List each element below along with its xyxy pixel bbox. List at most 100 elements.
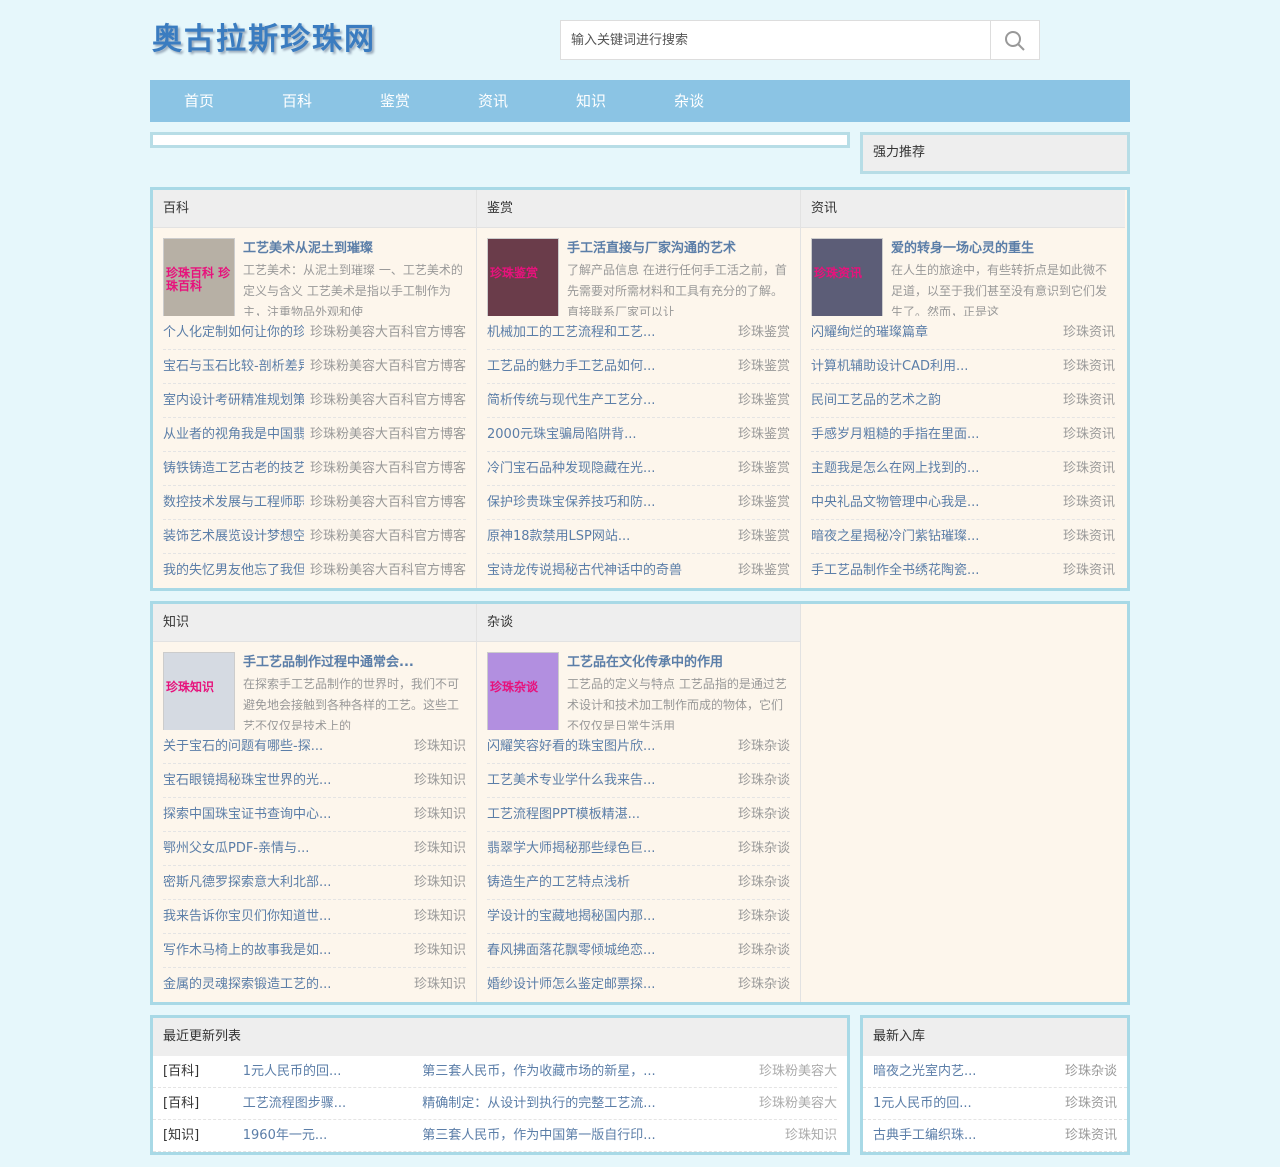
latest-desc[interactable]: 第三套人民币，作为收藏市场的新星，... xyxy=(422,1056,727,1087)
list-item-title[interactable]: 简析传统与现代生产工艺分... xyxy=(487,384,655,417)
list-item-category[interactable]: 珍珠杂谈 xyxy=(738,934,790,967)
list-item-title[interactable]: 工艺流程图PPT模板精湛... xyxy=(487,798,640,831)
list-item[interactable]: 关于宝石的问题有哪些-探... 珍珠知识 xyxy=(163,730,466,764)
list-item[interactable]: 民间工艺品的艺术之韵 珍珠资讯 xyxy=(811,384,1115,418)
list-item-category[interactable]: 珍珠知识 xyxy=(414,764,466,797)
list-item-category[interactable]: 珍珠鉴赏 xyxy=(738,384,790,417)
list-item-title[interactable]: 中央礼品文物管理中心我是... xyxy=(811,486,979,519)
list-item-title[interactable]: 我来告诉你宝贝们你知道世... xyxy=(163,900,331,933)
category-title[interactable]: 鉴赏 xyxy=(477,190,800,228)
featured-title[interactable]: 爱的转身一场心灵的重生 xyxy=(891,238,1115,260)
list-item-title[interactable]: 室内设计考研精准规划策略 xyxy=(163,384,304,417)
list-item-category[interactable]: 珍珠资讯 xyxy=(1063,384,1115,417)
article-thumbnail[interactable]: 珍珠杂谈 xyxy=(487,652,559,730)
list-item[interactable]: 计算机辅助设计CAD利用... 珍珠资讯 xyxy=(811,350,1115,384)
latest-category[interactable]: [知识] xyxy=(163,1120,243,1151)
list-item-title[interactable]: 数控技术发展与工程师职业 xyxy=(163,486,304,519)
list-item-title[interactable]: 原神18款禁用LSP网站... xyxy=(487,520,630,553)
list-item-category[interactable]: 珍珠粉美容大百科官方博客 xyxy=(310,418,466,451)
list-item-category[interactable]: 珍珠资讯 xyxy=(1063,350,1115,383)
list-item-title[interactable]: 探索中国珠宝证书查询中心... xyxy=(163,798,331,831)
nav-item-jianshang[interactable]: 鉴赏 xyxy=(346,80,444,122)
latest-desc[interactable]: 第三套人民币，作为中国第一版自行印... xyxy=(422,1120,727,1151)
list-item-category[interactable]: 珍珠资讯 xyxy=(1063,520,1115,553)
list-item[interactable]: 宝诗龙传说揭秘古代神话中的奇兽 珍珠鉴赏 xyxy=(487,554,790,588)
list-item[interactable]: 数控技术发展与工程师职业 珍珠粉美容大百科官方博客 xyxy=(163,486,466,520)
latest-title[interactable]: 1960年一元... xyxy=(243,1120,422,1151)
list-item[interactable]: 宝石眼镜揭秘珠宝世界的光... 珍珠知识 xyxy=(163,764,466,798)
list-item[interactable]: 简析传统与现代生产工艺分... 珍珠鉴赏 xyxy=(487,384,790,418)
list-item-title[interactable]: 保护珍贵珠宝保养技巧和防... xyxy=(487,486,655,519)
list-item[interactable]: 鄂州父女瓜PDF-亲情与... 珍珠知识 xyxy=(163,832,466,866)
featured-title[interactable]: 工艺品在文化传承中的作用 xyxy=(567,652,790,674)
list-item-category[interactable]: 珍珠杂谈 xyxy=(738,900,790,933)
search-button[interactable] xyxy=(990,21,1039,59)
list-item-title[interactable]: 翡翠学大师揭秘那些绿色巨... xyxy=(487,832,655,865)
list-item[interactable]: 机械加工的工艺流程和工艺... 珍珠鉴赏 xyxy=(487,316,790,350)
list-item[interactable]: 从业者的视角我是中国翡翠 珍珠粉美容大百科官方博客 xyxy=(163,418,466,452)
latest-row[interactable]: [百科] 1元人民币的回... 第三套人民币，作为收藏市场的新星，... 珍珠粉美容大 xyxy=(153,1056,837,1088)
list-item-category[interactable]: 珍珠杂谈 xyxy=(738,832,790,865)
article-thumbnail[interactable]: 珍珠知识 xyxy=(163,652,235,730)
list-item-title[interactable]: 机械加工的工艺流程和工艺... xyxy=(487,316,655,349)
list-item-category[interactable]: 珍珠鉴赏 xyxy=(738,418,790,451)
list-item-title[interactable]: 工艺美术专业学什么我来告... xyxy=(487,764,655,797)
list-item[interactable]: 手工艺品制作全书绣花陶瓷... 珍珠资讯 xyxy=(811,554,1115,588)
list-item-title[interactable]: 民间工艺品的艺术之韵 xyxy=(811,384,941,417)
list-item-category[interactable]: 珍珠知识 xyxy=(414,798,466,831)
article-thumbnail[interactable]: 珍珠百科 珍珠百科 xyxy=(163,238,235,316)
newest-source[interactable]: 珍珠资讯 xyxy=(1065,1088,1117,1119)
nav-item-zhishi[interactable]: 知识 xyxy=(542,80,640,122)
nav-item-baike[interactable]: 百科 xyxy=(248,80,346,122)
newest-row[interactable]: 古典手工编织珠... 珍珠资讯 xyxy=(863,1120,1127,1152)
list-item[interactable]: 闪耀笑容好看的珠宝图片欣... 珍珠杂谈 xyxy=(487,730,790,764)
featured-article[interactable]: 珍珠鉴赏 手工活直接与厂家沟通的艺术 了解产品信息 在进行任何手工活之前，首先需要对… xyxy=(477,228,800,316)
newest-title[interactable]: 古典手工编织珠... xyxy=(873,1120,976,1151)
list-item[interactable]: 探索中国珠宝证书查询中心... 珍珠知识 xyxy=(163,798,466,832)
list-item-title[interactable]: 婚纱设计师怎么鉴定邮票探... xyxy=(487,968,655,1002)
list-item[interactable]: 翡翠学大师揭秘那些绿色巨... 珍珠杂谈 xyxy=(487,832,790,866)
list-item[interactable]: 工艺流程图PPT模板精湛... 珍珠杂谈 xyxy=(487,798,790,832)
category-title[interactable]: 知识 xyxy=(153,604,476,642)
latest-title[interactable]: 1元人民币的回... xyxy=(243,1056,422,1087)
list-item-category[interactable]: 珍珠粉美容大百科官方博客 xyxy=(310,520,466,553)
list-item-category[interactable]: 珍珠粉美容大百科官方博客 xyxy=(310,554,466,588)
list-item[interactable]: 金属的灵魂探索锻造工艺的... 珍珠知识 xyxy=(163,968,466,1002)
list-item-category[interactable]: 珍珠知识 xyxy=(414,934,466,967)
list-item-category[interactable]: 珍珠鉴赏 xyxy=(738,350,790,383)
newest-row[interactable]: 1元人民币的回... 珍珠资讯 xyxy=(863,1088,1127,1120)
list-item-title[interactable]: 2000元珠宝骗局陷阱背... xyxy=(487,418,636,451)
list-item-title[interactable]: 闪耀绚烂的璀璨篇章 xyxy=(811,316,928,349)
list-item-category[interactable]: 珍珠粉美容大百科官方博客 xyxy=(310,316,466,349)
list-item-category[interactable]: 珍珠粉美容大百科官方博客 xyxy=(310,452,466,485)
list-item[interactable]: 铸铁铸造工艺古老的技艺 珍珠粉美容大百科官方博客 xyxy=(163,452,466,486)
list-item-category[interactable]: 珍珠杂谈 xyxy=(738,866,790,899)
search-input[interactable] xyxy=(561,21,990,59)
list-item-title[interactable]: 我的失忆男友他忘了我但我记得他 xyxy=(163,554,304,588)
list-item-category[interactable]: 珍珠杂谈 xyxy=(738,968,790,1002)
category-title[interactable]: 百科 xyxy=(153,190,476,228)
list-item-title[interactable]: 宝诗龙传说揭秘古代神话中的奇兽 xyxy=(487,554,682,588)
list-item-category[interactable]: 珍珠粉美容大百科官方博客 xyxy=(310,384,466,417)
list-item-title[interactable]: 装饰艺术展览设计梦想空间 xyxy=(163,520,304,553)
latest-row[interactable]: [知识] 1960年一元... 第三套人民币，作为中国第一版自行印... 珍珠知识 xyxy=(153,1120,837,1152)
list-item-title[interactable]: 铸造生产的工艺特点浅析 xyxy=(487,866,630,899)
list-item-category[interactable]: 珍珠知识 xyxy=(414,730,466,763)
featured-article[interactable]: 珍珠资讯 爱的转身一场心灵的重生 在人生的旅途中，有些转折点是如此微不足道，以至于我… xyxy=(801,228,1125,316)
list-item-category[interactable]: 珍珠资讯 xyxy=(1063,452,1115,485)
list-item-category[interactable]: 珍珠鉴赏 xyxy=(738,554,790,588)
list-item-category[interactable]: 珍珠鉴赏 xyxy=(738,316,790,349)
article-thumbnail[interactable]: 珍珠资讯 xyxy=(811,238,883,316)
list-item-category[interactable]: 珍珠杂谈 xyxy=(738,798,790,831)
featured-article[interactable]: 珍珠百科 珍珠百科 工艺美术从泥土到璀璨 工艺美术：从泥土到璀璨 一、工艺美术的定义… xyxy=(153,228,476,316)
list-item[interactable]: 暗夜之星揭秘冷门紫钻璀璨... 珍珠资讯 xyxy=(811,520,1115,554)
category-title[interactable]: 杂谈 xyxy=(477,604,800,642)
list-item[interactable]: 密斯凡德罗探索意大利北部... 珍珠知识 xyxy=(163,866,466,900)
list-item[interactable]: 室内设计考研精准规划策略 珍珠粉美容大百科官方博客 xyxy=(163,384,466,418)
list-item-category[interactable]: 珍珠知识 xyxy=(414,832,466,865)
list-item-title[interactable]: 从业者的视角我是中国翡翠 xyxy=(163,418,304,451)
list-item-title[interactable]: 闪耀笑容好看的珠宝图片欣... xyxy=(487,730,655,763)
list-item-title[interactable]: 春风拂面落花飘零倾城绝恋... xyxy=(487,934,655,967)
latest-source[interactable]: 珍珠粉美容大 xyxy=(727,1088,837,1119)
list-item-category[interactable]: 珍珠鉴赏 xyxy=(738,520,790,553)
